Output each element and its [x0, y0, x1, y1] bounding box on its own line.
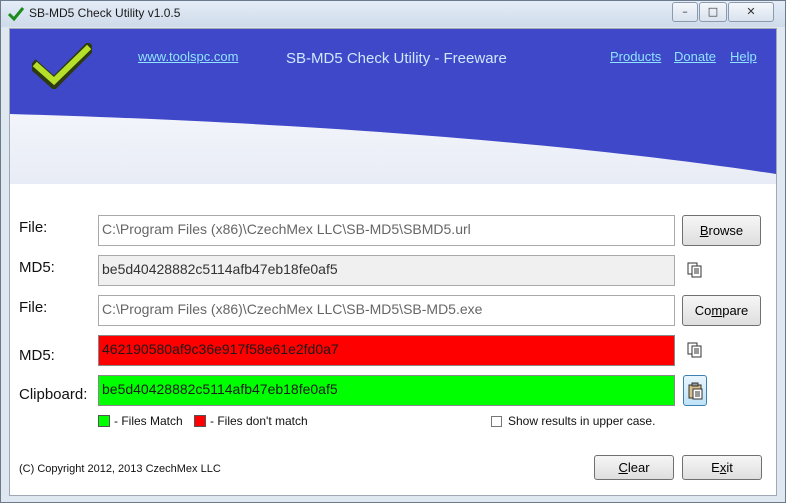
minimize-icon: –: [682, 5, 688, 18]
legend-match-label: - Files Match: [114, 414, 183, 428]
green-checkmark-icon: [32, 43, 92, 89]
compare-label-prefix: Co: [694, 303, 712, 318]
browse-label-rest: rowse: [708, 223, 744, 238]
copy-icon: [687, 342, 702, 358]
copy-icon: [687, 262, 702, 278]
paste-icon: [688, 382, 703, 400]
file2-label: File:: [19, 299, 48, 316]
app-checkmark-icon: [7, 7, 25, 22]
md5-1-label: MD5:: [19, 259, 55, 276]
legend-nomatch-label: - Files don't match: [210, 414, 308, 428]
maximize-icon: □: [707, 5, 719, 18]
compare-label-rest: pare: [722, 303, 749, 318]
clipboard-field[interactable]: be5d40428882c5114afb47eb18fe0af5: [98, 375, 675, 406]
close-icon: ✕: [746, 5, 756, 18]
exit-button[interactable]: Exit: [682, 455, 762, 480]
copy-md5-2-button[interactable]: [683, 335, 707, 366]
donate-link[interactable]: Donate: [674, 49, 716, 64]
website-link[interactable]: www.toolspc.com: [138, 49, 238, 64]
window-title: SB-MD5 Check Utility v1.0.5: [29, 6, 181, 20]
banner-title: SB-MD5 Check Utility - Freeware: [286, 50, 507, 67]
paste-clipboard-button[interactable]: [683, 375, 707, 406]
minimize-button[interactable]: –: [672, 2, 698, 22]
md5-2-field[interactable]: 462190580af9c36e917f58e61e2fd0a7: [98, 335, 675, 366]
client-area: www.toolspc.com SB-MD5 Check Utility - F…: [9, 28, 777, 496]
browse-button[interactable]: Browse: [682, 215, 761, 246]
uppercase-checkbox[interactable]: [491, 416, 502, 427]
clear-mnemonic: C: [618, 460, 628, 475]
close-button[interactable]: ✕: [728, 2, 774, 22]
compare-button[interactable]: Compare: [682, 295, 761, 326]
uppercase-label[interactable]: Show results in upper case.: [508, 414, 655, 428]
app-window: SB-MD5 Check Utility v1.0.5 – □ ✕ www.to…: [0, 0, 786, 503]
file1-path-field[interactable]: C:\Program Files (x86)\CzechMex LLC\SB-M…: [98, 215, 675, 246]
md5-2-label: MD5:: [19, 347, 55, 364]
clipboard-label: Clipboard:: [19, 386, 88, 403]
md5-1-field[interactable]: be5d40428882c5114afb47eb18fe0af5: [98, 255, 675, 286]
match-color-swatch: [98, 415, 110, 427]
clear-button[interactable]: Clear: [594, 455, 674, 480]
exit-label-prefix: E: [711, 460, 720, 475]
file1-label: File:: [19, 219, 48, 236]
products-link[interactable]: Products: [610, 49, 661, 64]
title-bar[interactable]: SB-MD5 Check Utility v1.0.5 – □ ✕: [1, 1, 785, 27]
exit-label-rest: it: [726, 460, 733, 475]
copy-md5-1-button[interactable]: [683, 255, 707, 286]
nomatch-color-swatch: [194, 415, 206, 427]
maximize-button[interactable]: □: [699, 2, 727, 22]
compare-mnemonic: m: [711, 303, 723, 318]
file2-path-field[interactable]: C:\Program Files (x86)\CzechMex LLC\SB-M…: [98, 295, 675, 326]
copyright-text: (C) Copyright 2012, 2013 CzechMex LLC: [19, 463, 221, 475]
clear-label-rest: lear: [627, 460, 650, 475]
help-link[interactable]: Help: [730, 49, 757, 64]
